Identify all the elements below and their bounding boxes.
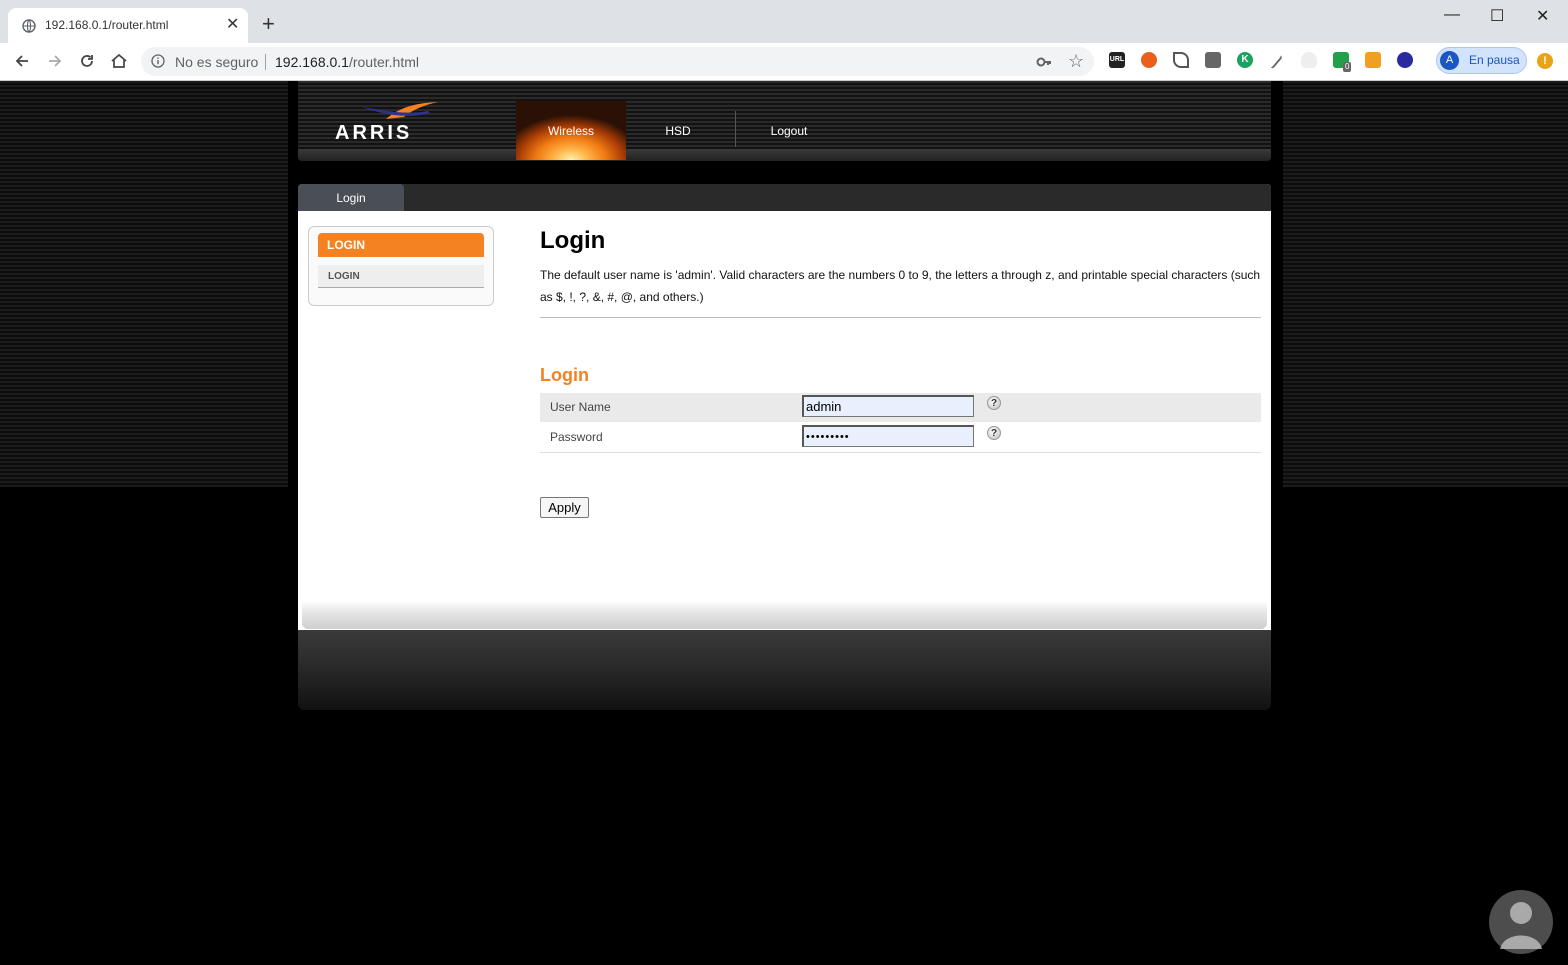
watermark-logo [1489, 890, 1553, 954]
hand-extension-icon[interactable] [1141, 52, 1157, 68]
pen-extension-icon[interactable] [1173, 52, 1189, 68]
globe-icon [22, 19, 36, 33]
close-window-button[interactable]: ✕ [1536, 6, 1549, 26]
password-help-icon[interactable]: ? [987, 426, 1001, 440]
right-backdrop [1283, 81, 1568, 487]
maximize-button[interactable]: ☐ [1490, 6, 1504, 26]
bottom-bar [298, 630, 1271, 710]
bookmark-star-icon[interactable]: ☆ [1068, 51, 1084, 71]
alert-icon[interactable]: ! [1537, 53, 1553, 69]
url-path: /router.html [348, 54, 419, 70]
copy-extension-icon[interactable] [1205, 52, 1221, 68]
nav-wireless[interactable]: Wireless [516, 101, 626, 160]
apply-button[interactable]: Apply [540, 497, 589, 518]
side-menu: LOGIN LOGIN [308, 226, 494, 306]
back-arrow-icon[interactable] [12, 51, 32, 71]
address-bar[interactable]: No es seguro 192.168.0.1/router.html ☆ [141, 47, 1094, 76]
side-menu-item-login[interactable]: LOGIN [318, 265, 484, 288]
shield-check-extension-icon[interactable]: 0 [1333, 52, 1352, 72]
bag-extension-icon[interactable] [1365, 52, 1381, 68]
password-field[interactable] [802, 425, 974, 447]
home-icon[interactable] [109, 51, 129, 71]
content-panel: Login LOGIN LOGIN Login The default user… [298, 184, 1271, 630]
nav-hsd[interactable]: HSD [628, 101, 728, 160]
username-field[interactable] [802, 395, 974, 417]
flag-extension-icon[interactable] [1397, 52, 1413, 68]
k-extension-icon[interactable]: K [1237, 52, 1253, 68]
brand-text: ARRIS [335, 122, 412, 144]
security-label: No es seguro [175, 54, 259, 70]
password-label: Password [550, 430, 603, 444]
key-icon[interactable] [1035, 53, 1053, 71]
nav-logout[interactable]: Logout [736, 101, 842, 160]
profile-button[interactable]: A En pausa [1436, 47, 1527, 74]
password-row: Password ? [540, 423, 1261, 453]
page-title: Login [540, 227, 606, 254]
sub-tab-bar: Login [298, 184, 1271, 211]
new-tab-button[interactable]: + [262, 13, 275, 35]
url-host: 192.168.0.1 [275, 54, 349, 70]
omnibox-divider [265, 54, 266, 70]
router-page: ARRIS Wireless HSD Logout Login LOGIN LO… [0, 81, 1568, 954]
router-header: ARRIS Wireless HSD Logout [298, 81, 1271, 161]
extension-badge: 0 [1343, 62, 1352, 72]
form-title: Login [540, 365, 589, 385]
close-tab-icon[interactable]: ✕ [226, 16, 239, 34]
content-footer [302, 601, 1267, 629]
reload-icon[interactable] [77, 51, 97, 71]
tab-title: 192.168.0.1/router.html [45, 18, 169, 32]
arris-logo: ARRIS [335, 102, 438, 144]
url-extension-icon[interactable]: URL [1109, 52, 1125, 68]
divider [540, 317, 1261, 318]
info-icon[interactable] [151, 54, 165, 68]
username-help-icon[interactable]: ? [987, 396, 1001, 410]
browser-tab[interactable]: 192.168.0.1/router.html ✕ [8, 8, 248, 43]
url-text: 192.168.0.1/router.html [275, 54, 419, 70]
minimize-button[interactable]: — [1444, 6, 1460, 24]
username-row: User Name ? [540, 393, 1261, 422]
forward-arrow-icon[interactable] [45, 51, 65, 71]
side-menu-heading[interactable]: LOGIN [318, 233, 484, 257]
avatar: A [1440, 51, 1459, 70]
left-backdrop [0, 81, 288, 487]
page-description: The default user name is 'admin'. Valid … [540, 268, 1261, 304]
bulb-extension-icon[interactable] [1301, 52, 1317, 68]
tab-login[interactable]: Login [298, 184, 404, 211]
profile-status: En pausa [1469, 53, 1520, 67]
username-label: User Name [550, 400, 611, 414]
tab-strip: 192.168.0.1/router.html ✕ + — ☐ ✕ [0, 0, 1568, 43]
